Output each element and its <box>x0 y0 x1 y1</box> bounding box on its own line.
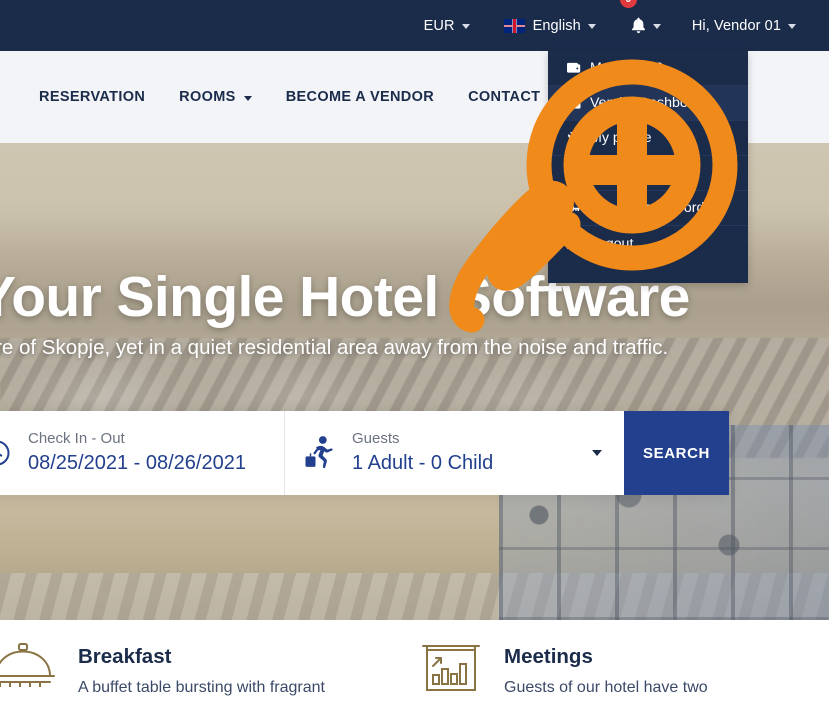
user-menu-button[interactable]: Hi, Vendor 01 <box>675 0 813 51</box>
top-utility-items: EUR English 0 Hi, Vendor 01 <box>407 0 829 51</box>
feature-description: A buffet table bursting with fragrant <box>78 678 325 696</box>
menu-item-label: My credit: 0 <box>590 60 664 76</box>
menu-item-logout[interactable]: Logout <box>548 226 748 261</box>
chevron-down-icon <box>587 24 596 29</box>
chevron-down-icon <box>461 24 470 29</box>
user-dropdown-menu: My credit: 0 Vendor Dashboard My profile <box>548 51 748 283</box>
menu-item-label: Change password <box>590 200 705 216</box>
calendar-icon <box>0 438 12 468</box>
menu-item-label: My profile <box>590 130 652 146</box>
feature-title: Meetings <box>504 645 593 668</box>
menu-item-change-password[interactable]: Change password <box>548 191 748 226</box>
logout-icon <box>565 237 582 250</box>
feature-card-meetings: Meetings Guests of our hotel have two <box>410 642 819 699</box>
checkin-checkout-field[interactable]: Check In - Out 08/25/2021 - 08/26/2021 <box>0 411 284 495</box>
menu-item-vendor-dashboard[interactable]: Vendor Dashboard <box>548 86 748 121</box>
menu-item-label: Logout <box>590 235 634 252</box>
booking-search-bar: Check In - Out 08/25/2021 - 08/26/2021 G… <box>0 411 729 495</box>
traveller-icon <box>303 435 336 471</box>
food-cloche-icon <box>0 642 56 697</box>
chevron-down-icon <box>652 24 661 29</box>
nav-item-label: ROOMS <box>179 89 236 105</box>
checkin-checkout-value: 08/25/2021 - 08/26/2021 <box>28 452 246 475</box>
nav-item-rooms[interactable]: ROOMS <box>162 89 269 105</box>
feature-description: Guests of our hotel have two <box>504 678 708 696</box>
nav-item-label: CONTACT <box>468 89 541 105</box>
top-utility-bar: EUR English 0 Hi, Vendor 01 <box>0 0 829 51</box>
nav-item-reservation[interactable]: RESERVATION <box>22 89 162 105</box>
currency-selector[interactable]: EUR <box>407 0 487 51</box>
nav-item-become-a-vendor[interactable]: BECOME A VENDOR <box>269 89 451 105</box>
menu-item-my-profile[interactable]: My profile <box>548 121 748 156</box>
notifications-button[interactable]: 0 <box>613 0 675 51</box>
feature-card-breakfast: Breakfast A buffet table bursting with f… <box>0 642 410 699</box>
menu-item-my-credit[interactable]: My credit: 0 <box>548 51 748 86</box>
key-icon <box>565 202 582 215</box>
feature-title: Breakfast <box>78 645 172 668</box>
nav-item-label: RESERVATION <box>39 89 146 105</box>
menu-item-label: Booking history <box>590 165 687 181</box>
dashboard-icon <box>565 97 582 110</box>
notification-count-badge: 0 <box>619 0 637 8</box>
chevron-down-icon[interactable] <box>592 450 602 456</box>
history-icon <box>565 166 582 180</box>
features-section: Breakfast A buffet table bursting with f… <box>0 620 829 702</box>
language-label: English <box>532 17 581 34</box>
nav-items: RESERVATION ROOMS BECOME A VENDOR CONTAC… <box>0 89 557 105</box>
guests-field[interactable]: Guests 1 Adult - 0 Child <box>284 411 624 495</box>
guests-value: 1 Adult - 0 Child <box>352 452 494 475</box>
wallet-icon <box>565 62 582 74</box>
menu-item-label: Vendor Dashboard <box>590 95 709 111</box>
guests-label: Guests <box>352 429 400 447</box>
currency-label: EUR <box>423 17 455 34</box>
hero-subtitle: ...re of Skopje, yet in a quiet resident… <box>0 336 669 359</box>
search-button[interactable]: SEARCH <box>624 411 729 495</box>
user-greeting-label: Hi, Vendor 01 <box>691 17 781 34</box>
menu-item-booking-history[interactable]: Booking history <box>548 156 748 191</box>
uk-flag-icon <box>503 18 525 33</box>
chevron-down-icon <box>243 95 252 101</box>
language-selector[interactable]: English <box>487 0 613 51</box>
nav-item-contact[interactable]: CONTACT <box>451 89 557 105</box>
presentation-chart-icon <box>420 642 482 697</box>
checkin-checkout-label: Check In - Out <box>28 429 125 447</box>
tools-icon <box>565 131 582 145</box>
chevron-down-icon <box>788 24 796 29</box>
nav-item-label: BECOME A VENDOR <box>285 89 435 105</box>
page-root: Your Single Hotel Software ...re of Skop… <box>0 0 829 702</box>
bell-icon <box>631 17 646 34</box>
